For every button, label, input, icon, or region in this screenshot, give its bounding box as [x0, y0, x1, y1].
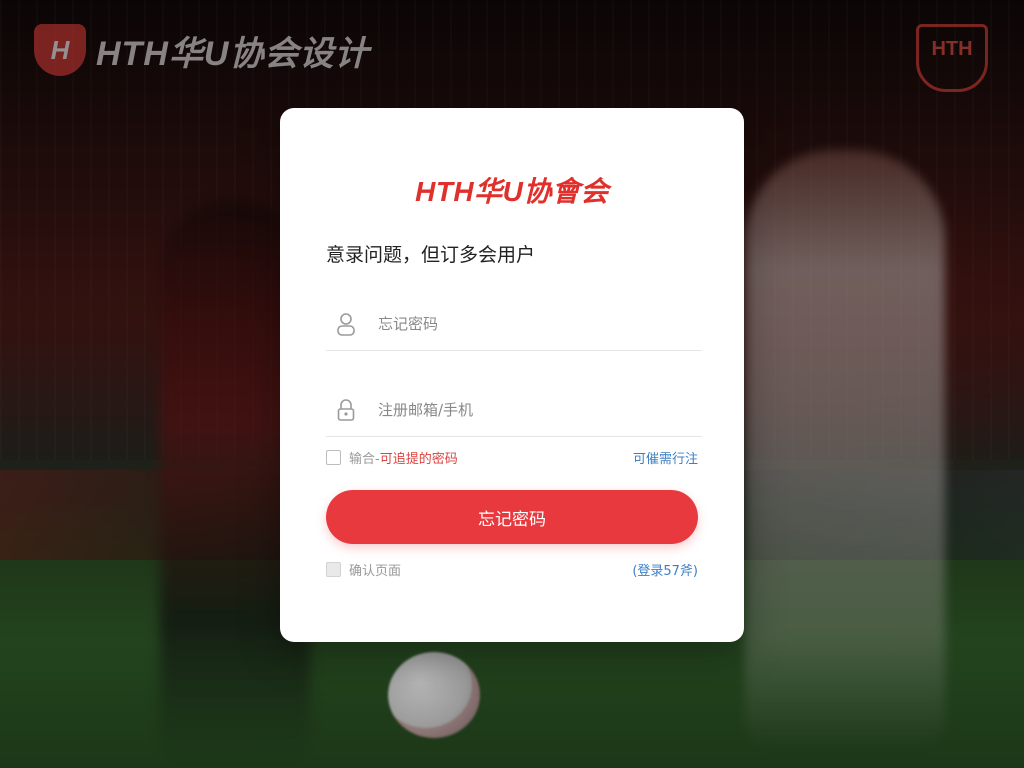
user-icon [334, 310, 358, 338]
register-link[interactable]: (登录57斧) [632, 560, 698, 579]
auto-page-checkbox[interactable]: 确认页面 [326, 560, 401, 579]
username-field [326, 298, 702, 351]
club-shield-icon: HTH [916, 24, 988, 92]
brand-logo-icon: H [34, 24, 86, 76]
password-field [326, 384, 702, 437]
remember-checkbox[interactable]: 输合-可追提的密码 [326, 448, 458, 467]
remember-label: 输合-可追提的密码 [349, 452, 458, 467]
username-input[interactable] [376, 314, 680, 334]
auto-page-label: 确认页面 [349, 564, 402, 579]
submit-button[interactable]: 忘记密码 [326, 490, 698, 544]
lock-icon [334, 396, 358, 424]
login-subtitle: 意录问题，但订多会用户 [326, 244, 536, 266]
remember-row: 输合-可追提的密码 可催需行注 [326, 448, 698, 467]
login-page: H HTH华U协会设计 HTH HTH华U协會会 意录问题，但订多会用户 忘记密… [0, 0, 1024, 768]
footer-row: 确认页面 (登录57斧) [326, 560, 698, 579]
background-brand-text: HTH华U协会设计 [96, 34, 370, 73]
login-card: HTH华U协會会 意录问题，但订多会用户 忘记密码 输合-可追提的密码 可催需行… [280, 108, 744, 642]
forgot-password-link[interactable]: 可催需行注 [633, 448, 698, 467]
remember-checkbox-box[interactable] [326, 450, 341, 465]
password-input[interactable] [376, 400, 680, 420]
auto-page-checkbox-box[interactable] [326, 562, 341, 577]
background-brand: H HTH华U协会设计 [34, 24, 369, 76]
card-logo: HTH华U协會会 [415, 176, 609, 207]
